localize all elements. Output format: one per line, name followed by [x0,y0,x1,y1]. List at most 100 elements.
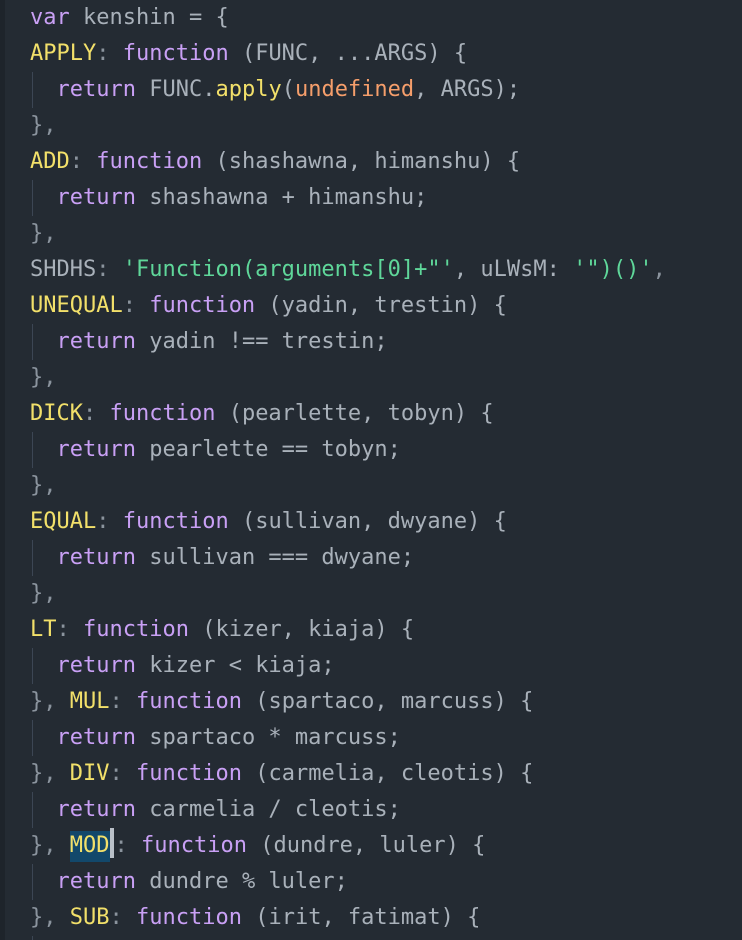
code-token: (irit, fatimat) { [241,905,481,930]
code-token: (spartaco, marcuss) { [241,689,534,714]
code-token: function [149,293,256,318]
code-token: }, [30,581,57,606]
code-token: function [136,905,242,930]
code-editor[interactable]: var kenshin = {APPLY: function (FUNC, ..… [0,0,742,940]
code-token: : [109,905,136,930]
code-token: : [82,401,110,426]
code-token: var [30,5,70,30]
code-token: function [136,689,242,714]
code-token: return [56,725,136,750]
code-token: : [96,41,123,66]
code-token: UNEQUAL [30,293,123,318]
code-token: return [56,437,136,462]
code-line[interactable]: return kizer < kiaja; [0,648,742,684]
code-line[interactable]: }, DIV: function (carmelia, cleotis) { [0,756,742,792]
code-token: : [96,257,123,282]
code-token: '")()' [573,257,653,282]
code-token: (kizer, kiaja) { [188,617,415,642]
code-token: MUL [69,689,110,714]
code-token: SUB [69,905,110,930]
code-token: }, [30,473,57,498]
code-token: : [109,689,136,714]
code-token: }, [30,221,57,246]
code-line[interactable]: return shashawna + himanshu; [0,180,742,216]
code-line[interactable]: }, [0,108,742,144]
code-line[interactable]: ADD: function (shashawna, himanshu) { [0,144,742,180]
code-token: : [109,761,136,786]
code-line[interactable]: return irit - fatimat; [0,936,742,940]
code-token: ADD [30,149,70,174]
code-token: : [69,149,97,174]
code-token: pearlette == tobyn; [135,437,401,462]
code-token: LT [30,617,57,642]
code-token: : [96,509,123,534]
code-token: (yadin, trestin) { [255,293,507,318]
code-line[interactable]: }, [0,360,742,396]
code-line[interactable]: }, [0,216,742,252]
code-token: DIV [69,761,110,786]
code-token: yadin !== trestin; [135,329,388,354]
code-token: return [56,653,136,678]
code-line[interactable]: return sullivan === dwyane; [0,540,742,576]
code-token: }, [30,113,57,138]
selected-token: MOD [69,831,110,862]
code-line[interactable]: }, MOD: function (dundre, luler) { [0,828,742,864]
code-line[interactable]: EQUAL: function (sullivan, dwyane) { [0,504,742,540]
code-token: }, [30,905,70,930]
code-token: (dundre, luler) { [246,833,486,858]
code-token: (carmelia, cleotis) { [241,761,534,786]
code-line[interactable]: return FUNC.apply(undefined, ARGS); [0,72,742,108]
code-line[interactable]: SHDHS: 'Function(arguments[0]+"', uLWsM:… [0,252,742,288]
code-token: return [56,869,136,894]
code-line[interactable]: UNEQUAL: function (yadin, trestin) { [0,288,742,324]
code-token: return [56,545,136,570]
code-token: DICK [30,401,83,426]
code-line[interactable]: }, SUB: function (irit, fatimat) { [0,900,742,936]
code-line[interactable]: }, MUL: function (spartaco, marcuss) { [0,684,742,720]
code-token: function [96,149,203,174]
code-token: EQUAL [30,509,97,534]
code-token: return [56,185,136,210]
code-line[interactable]: DICK: function (pearlette, tobyn) { [0,396,742,432]
code-token: shashawna + himanshu; [135,185,428,210]
code-token: }, [30,761,70,786]
code-line[interactable]: return carmelia / cleotis; [0,792,742,828]
code-token: 'Function(arguments[0]+"' [122,257,454,282]
code-token: }, [30,689,70,714]
code-line[interactable]: LT: function (kizer, kiaja) { [0,612,742,648]
code-token: dundre % luler; [135,869,348,894]
code-line[interactable]: }, [0,576,742,612]
code-token: kizer < kiaja; [135,653,335,678]
code-line[interactable]: return spartaco * marcuss; [0,720,742,756]
code-line[interactable]: return pearlette == tobyn; [0,432,742,468]
code-token: kenshin [83,5,176,30]
code-line[interactable]: }, [0,468,742,504]
code-token: , ARGS); [414,77,521,102]
code-token: : [122,293,150,318]
code-token: function [141,833,247,858]
code-token: (shashawna, himanshu) { [202,149,521,174]
code-token: sullivan === dwyane; [135,545,415,570]
code-token: carmelia / cleotis; [135,797,401,822]
code-token: spartaco * marcuss; [135,725,401,750]
code-line[interactable]: return yadin !== trestin; [0,324,742,360]
code-token: }, [30,833,70,858]
code-line[interactable]: APPLY: function (FUNC, ...ARGS) { [0,36,742,72]
code-line[interactable]: var kenshin = { [0,0,742,36]
code-token: : [114,833,141,858]
code-line[interactable]: return dundre % luler; [0,864,742,900]
code-text-area[interactable]: var kenshin = {APPLY: function (FUNC, ..… [0,0,742,940]
text-caret [109,828,114,858]
code-token: (sullivan, dwyane) { [228,509,507,534]
code-token: function [109,401,216,426]
code-token: , [652,257,666,282]
code-token: undefined [294,77,415,102]
code-token: return [56,797,136,822]
